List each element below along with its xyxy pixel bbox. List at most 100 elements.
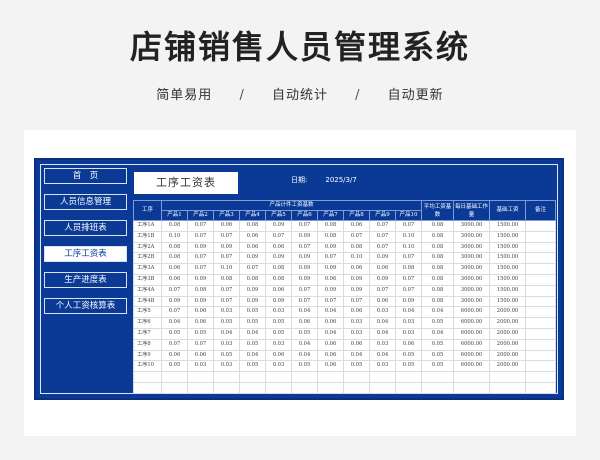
nav-item-staff-info[interactable]: 人员信息管理 <box>44 194 127 210</box>
base-cell[interactable]: 2000.00 <box>489 338 527 351</box>
product-rate-cell[interactable]: 0.06 <box>317 273 344 286</box>
product-rate-cell[interactable]: 0.05 <box>291 327 318 340</box>
base-cell[interactable]: 1500.00 <box>489 273 527 286</box>
note-cell[interactable] <box>525 295 557 308</box>
product-rate-cell[interactable]: 0.06 <box>265 284 292 297</box>
base-cell[interactable]: 2000.00 <box>489 360 527 373</box>
product-rate-cell[interactable]: 0.06 <box>161 263 188 275</box>
product-rate-cell[interactable]: 0.08 <box>265 273 292 286</box>
daily-cell[interactable]: 6000.00 <box>453 349 491 362</box>
product-rate-cell[interactable]: 0.07 <box>265 230 292 243</box>
product-rate-cell[interactable]: 0.08 <box>317 230 344 243</box>
empty-cell[interactable] <box>489 381 527 394</box>
product-rate-cell[interactable]: 0.08 <box>239 273 266 286</box>
avg-cell[interactable]: 0.08 <box>421 252 455 265</box>
empty-cell[interactable] <box>187 381 214 394</box>
base-cell[interactable]: 1500.00 <box>489 263 527 275</box>
base-cell[interactable]: 1500.00 <box>489 252 527 265</box>
product-rate-cell[interactable]: 0.04 <box>394 306 423 319</box>
empty-cell[interactable] <box>265 371 292 383</box>
empty-cell[interactable] <box>394 381 423 394</box>
avg-cell[interactable]: 0.05 <box>421 317 455 329</box>
base-cell[interactable]: 2000.00 <box>489 306 527 319</box>
product-rate-cell[interactable]: 0.08 <box>239 220 266 232</box>
daily-cell[interactable]: 6000.00 <box>453 317 491 329</box>
empty-cell[interactable] <box>343 381 370 394</box>
product-rate-cell[interactable]: 0.08 <box>161 241 188 254</box>
product-rate-cell[interactable]: 0.07 <box>369 230 396 243</box>
empty-cell[interactable] <box>421 371 455 383</box>
product-rate-cell[interactable]: 0.05 <box>239 317 266 329</box>
empty-cell[interactable] <box>187 371 214 383</box>
product-rate-cell[interactable]: 0.06 <box>343 220 370 232</box>
product-rate-cell[interactable]: 0.10 <box>161 230 188 243</box>
product-rate-cell[interactable]: 0.07 <box>213 295 240 308</box>
process-cell[interactable]: 工序4A <box>133 284 162 297</box>
daily-cell[interactable]: 3000.00 <box>453 263 491 275</box>
product-rate-cell[interactable]: 0.08 <box>161 252 188 265</box>
product-rate-cell[interactable]: 0.07 <box>317 252 344 265</box>
product-rate-cell[interactable]: 0.05 <box>343 360 370 373</box>
nav-item-salary-calc[interactable]: 个人工资核算表 <box>44 298 127 314</box>
product-rate-cell[interactable]: 0.04 <box>291 338 318 351</box>
product-rate-cell[interactable]: 0.05 <box>265 317 292 329</box>
product-rate-cell[interactable]: 0.05 <box>161 327 188 340</box>
product-rate-cell[interactable]: 0.07 <box>343 230 370 243</box>
product-rate-cell[interactable]: 0.09 <box>343 284 370 297</box>
product-rate-cell[interactable]: 0.10 <box>394 230 423 243</box>
avg-cell[interactable]: 0.08 <box>421 273 455 286</box>
daily-cell[interactable]: 3000.00 <box>453 284 491 297</box>
base-cell[interactable]: 1500.00 <box>489 295 527 308</box>
base-cell[interactable]: 1500.00 <box>489 241 527 254</box>
empty-cell[interactable] <box>343 371 370 383</box>
base-cell[interactable]: 1500.00 <box>489 220 527 232</box>
product-rate-cell[interactable]: 0.07 <box>394 252 423 265</box>
product-rate-cell[interactable]: 0.07 <box>291 295 318 308</box>
base-cell[interactable]: 2000.00 <box>489 349 527 362</box>
product-rate-cell[interactable]: 0.04 <box>291 349 318 362</box>
product-rate-cell[interactable]: 0.05 <box>213 317 240 329</box>
product-rate-cell[interactable]: 0.05 <box>265 327 292 340</box>
product-rate-cell[interactable]: 0.03 <box>369 306 396 319</box>
product-rate-cell[interactable]: 0.06 <box>343 338 370 351</box>
product-rate-cell[interactable]: 0.07 <box>187 338 214 351</box>
empty-cell[interactable] <box>525 381 557 394</box>
product-rate-cell[interactable]: 0.07 <box>239 263 266 275</box>
process-cell[interactable]: 工序3B <box>133 273 162 286</box>
empty-cell[interactable] <box>133 371 162 383</box>
daily-cell[interactable]: 6000.00 <box>453 360 491 373</box>
empty-cell[interactable] <box>291 381 318 394</box>
avg-cell[interactable]: 0.08 <box>421 230 455 243</box>
avg-cell[interactable]: 0.04 <box>421 327 455 340</box>
date-value[interactable]: 2025/3/7 <box>325 176 356 184</box>
empty-cell[interactable] <box>213 381 240 394</box>
product-rate-cell[interactable]: 0.07 <box>187 220 214 232</box>
note-cell[interactable] <box>525 284 557 297</box>
avg-cell[interactable]: 0.05 <box>421 338 455 351</box>
product-rate-cell[interactable]: 0.04 <box>213 327 240 340</box>
note-cell[interactable] <box>525 338 557 351</box>
product-rate-cell[interactable]: 0.07 <box>213 284 240 297</box>
product-rate-cell[interactable]: 0.07 <box>369 241 396 254</box>
product-rate-cell[interactable]: 0.05 <box>394 360 423 373</box>
empty-cell[interactable] <box>133 381 162 394</box>
note-cell[interactable] <box>525 263 557 275</box>
empty-cell[interactable] <box>161 371 188 383</box>
product-rate-cell[interactable]: 0.09 <box>239 252 266 265</box>
product-rate-cell[interactable]: 0.09 <box>239 284 266 297</box>
process-cell[interactable]: 工序1A <box>133 220 162 232</box>
process-cell[interactable]: 工序9 <box>133 349 162 362</box>
product-rate-cell[interactable]: 0.08 <box>394 263 423 275</box>
product-rate-cell[interactable]: 0.09 <box>187 273 214 286</box>
product-rate-cell[interactable]: 0.05 <box>239 360 266 373</box>
product-rate-cell[interactable]: 0.07 <box>369 220 396 232</box>
product-rate-cell[interactable]: 0.07 <box>291 220 318 232</box>
nav-item-schedule[interactable]: 人员排班表 <box>44 220 127 236</box>
product-rate-cell[interactable]: 0.08 <box>213 273 240 286</box>
process-cell[interactable]: 工序3A <box>133 263 162 275</box>
empty-cell[interactable] <box>369 371 396 383</box>
daily-cell[interactable]: 3000.00 <box>453 230 491 243</box>
product-rate-cell[interactable]: 0.03 <box>265 360 292 373</box>
product-rate-cell[interactable]: 0.08 <box>343 241 370 254</box>
product-rate-cell[interactable]: 0.07 <box>394 284 423 297</box>
